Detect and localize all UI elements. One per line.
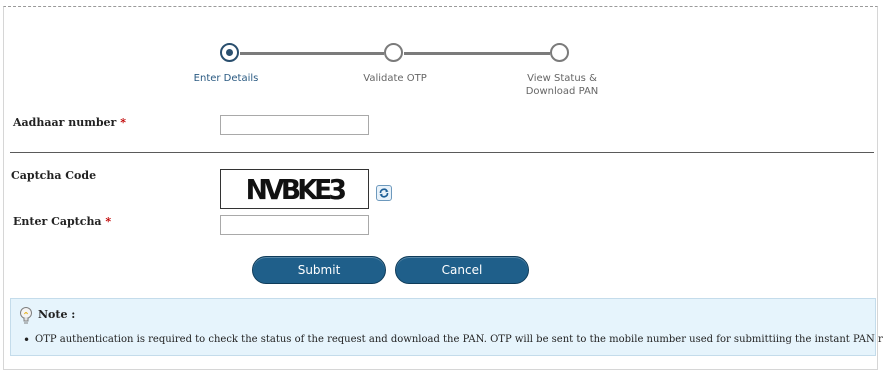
- captcha-image: NVBKE3: [220, 169, 369, 209]
- note-title: Note :: [38, 308, 76, 321]
- note-item: OTP authentication is required to check …: [23, 333, 883, 347]
- progress-stepper: Enter Details Validate OTP View Status &…: [0, 0, 883, 110]
- refresh-icon: [379, 188, 389, 198]
- step-view-status-label-line1: View Status &: [527, 73, 597, 84]
- captcha-code-label: Captcha Code: [11, 169, 97, 182]
- stepper-connector: [240, 52, 384, 55]
- enter-captcha-label-text: Enter Captcha: [13, 215, 102, 228]
- required-marker: *: [105, 215, 112, 228]
- aadhaar-number-label-text: Aadhaar number: [13, 116, 117, 129]
- note-panel: Note : OTP authentication is required to…: [10, 298, 883, 356]
- aadhaar-number-label: Aadhaar number *: [13, 116, 126, 129]
- step-view-status-label-line2: Download PAN: [525, 86, 599, 97]
- step-enter-details-label: Enter Details: [193, 73, 259, 84]
- enter-captcha-input[interactable]: [220, 215, 369, 235]
- aadhaar-number-input[interactable]: [220, 115, 369, 135]
- step-view-status-label: View Status & Download PAN: [502, 72, 622, 98]
- submit-button[interactable]: Submit: [252, 256, 386, 284]
- required-marker: *: [120, 116, 126, 129]
- step-enter-details-indicator: [220, 43, 239, 62]
- enter-captcha-label: Enter Captcha *: [13, 215, 111, 228]
- step-view-status-indicator: [550, 43, 569, 62]
- step-validate-otp-label: Validate OTP: [363, 73, 427, 84]
- captcha-text: NVBKE3: [245, 172, 347, 206]
- step-validate-otp-indicator: [384, 43, 403, 62]
- lightbulb-icon: [20, 307, 32, 324]
- cancel-button[interactable]: Cancel: [395, 256, 529, 284]
- refresh-captcha-button[interactable]: [376, 185, 392, 201]
- section-divider: [10, 152, 874, 153]
- stepper-connector: [404, 52, 550, 55]
